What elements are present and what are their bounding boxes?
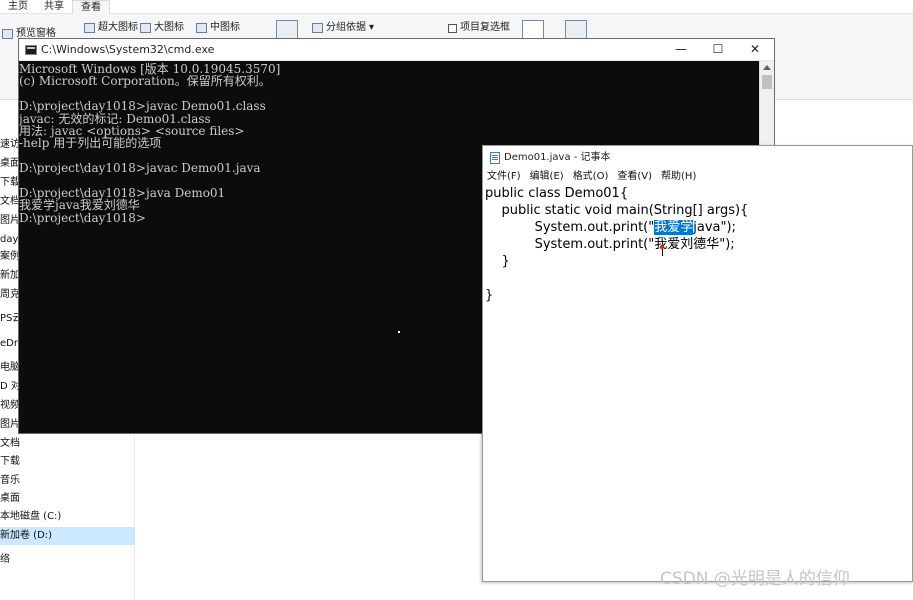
maximize-button[interactable]: ☐ [699, 39, 737, 61]
code-line: public class Demo01{ [485, 186, 629, 201]
code-line: System.out.print("我爱刘德华"); [485, 237, 735, 252]
medium-icons-icon [196, 23, 207, 33]
console-line: D:\project\day1018>javac Demo01.class [19, 99, 266, 114]
code-line: } [485, 288, 494, 303]
scroll-up-arrow-icon[interactable] [763, 65, 771, 70]
selected-text: 我爱学 [654, 220, 694, 235]
code-segment: java"); [693, 220, 736, 235]
menu-format[interactable]: 格式(O) [573, 168, 609, 185]
notepad-app-icon [490, 152, 500, 164]
ribbon-tab-bar: 主页 共享 查看 [0, 0, 913, 14]
group-by-label: 分组依据 [326, 22, 366, 33]
options-icon[interactable] [565, 20, 587, 40]
sidebar-item[interactable]: 络 [0, 551, 135, 569]
cmd-app-icon [25, 45, 37, 55]
menu-file[interactable]: 文件(F) [487, 168, 521, 185]
sidebar-item-drive-d[interactable]: 新加卷 (D:) [0, 527, 135, 545]
watermark: CSDN @光明是人的信仰 [660, 569, 850, 589]
dropdown-arrow-icon: ▾ [369, 22, 375, 33]
large-icons-button[interactable]: 大图标 [140, 21, 184, 35]
sidebar-item[interactable]: 音乐 [0, 472, 135, 490]
medium-icons-label: 中图标 [210, 22, 240, 33]
menu-view[interactable]: 查看(V) [617, 168, 652, 185]
menu-help[interactable]: 帮助(H) [661, 168, 696, 185]
extra-large-icons-icon [84, 23, 95, 33]
menu-edit[interactable]: 编辑(E) [530, 168, 564, 185]
medium-icons-button[interactable]: 中图标 [196, 21, 240, 35]
tab-share[interactable]: 共享 [36, 0, 72, 14]
scroll-thumb[interactable] [762, 75, 772, 89]
notepad-window: Demo01.java - 记事本 文件(F) 编辑(E) 格式(O) 查看(V… [482, 145, 913, 582]
cmd-title-bar[interactable]: C:\Windows\System32\cmd.exe — ☐ ✕ [19, 39, 774, 61]
tab-home[interactable]: 主页 [0, 0, 36, 14]
cmd-window-title: C:\Windows\System32\cmd.exe [41, 43, 215, 56]
code-segment: System.out.print(" [485, 220, 655, 235]
checkbox-icon [448, 23, 457, 33]
notepad-text-area[interactable]: public class Demo01{ public static void … [485, 185, 910, 579]
console-line: (c) Microsoft Corporation。保留所有权利。 [19, 74, 271, 89]
item-checkboxes-label: 项目复选框 [460, 22, 510, 33]
layout-grid-icon[interactable] [276, 20, 298, 40]
sidebar-item-drive-c[interactable]: 本地磁盘 (C:) [0, 508, 135, 526]
sidebar-item[interactable]: 下载 [0, 453, 135, 471]
minimize-button[interactable]: — [662, 39, 700, 61]
notepad-menu-bar: 文件(F) 编辑(E) 格式(O) 查看(V) 帮助(H) [483, 168, 912, 185]
code-line: } [485, 254, 510, 269]
extra-large-icons-button[interactable]: 超大图标 [84, 21, 138, 35]
code-line: public static void main(String[] args){ [485, 203, 749, 218]
tab-view[interactable]: 查看 [72, 0, 110, 14]
group-by-icon [312, 23, 323, 33]
large-icons-icon [140, 23, 151, 33]
large-icons-label: 大图标 [154, 22, 184, 33]
hide-selected-icon[interactable] [522, 20, 544, 40]
extra-large-icons-label: 超大图标 [98, 22, 138, 33]
close-button[interactable]: ✕ [736, 39, 774, 61]
notepad-window-title: Demo01.java - 记事本 [504, 152, 611, 163]
sidebar-item[interactable]: 文档 [0, 435, 135, 453]
i-beam-cursor-icon: I [661, 248, 664, 259]
sidebar-item[interactable]: 桌面 [0, 490, 135, 508]
mouse-pointer-dot [398, 331, 400, 333]
preview-pane-icon [2, 29, 13, 39]
item-checkboxes-toggle[interactable]: 项目复选框 [448, 21, 510, 35]
notepad-title-bar[interactable]: Demo01.java - 记事本 [483, 146, 912, 168]
group-by-button[interactable]: 分组依据 ▾ [312, 21, 374, 35]
code-line: System.out.print("我爱学java"); [485, 219, 736, 236]
